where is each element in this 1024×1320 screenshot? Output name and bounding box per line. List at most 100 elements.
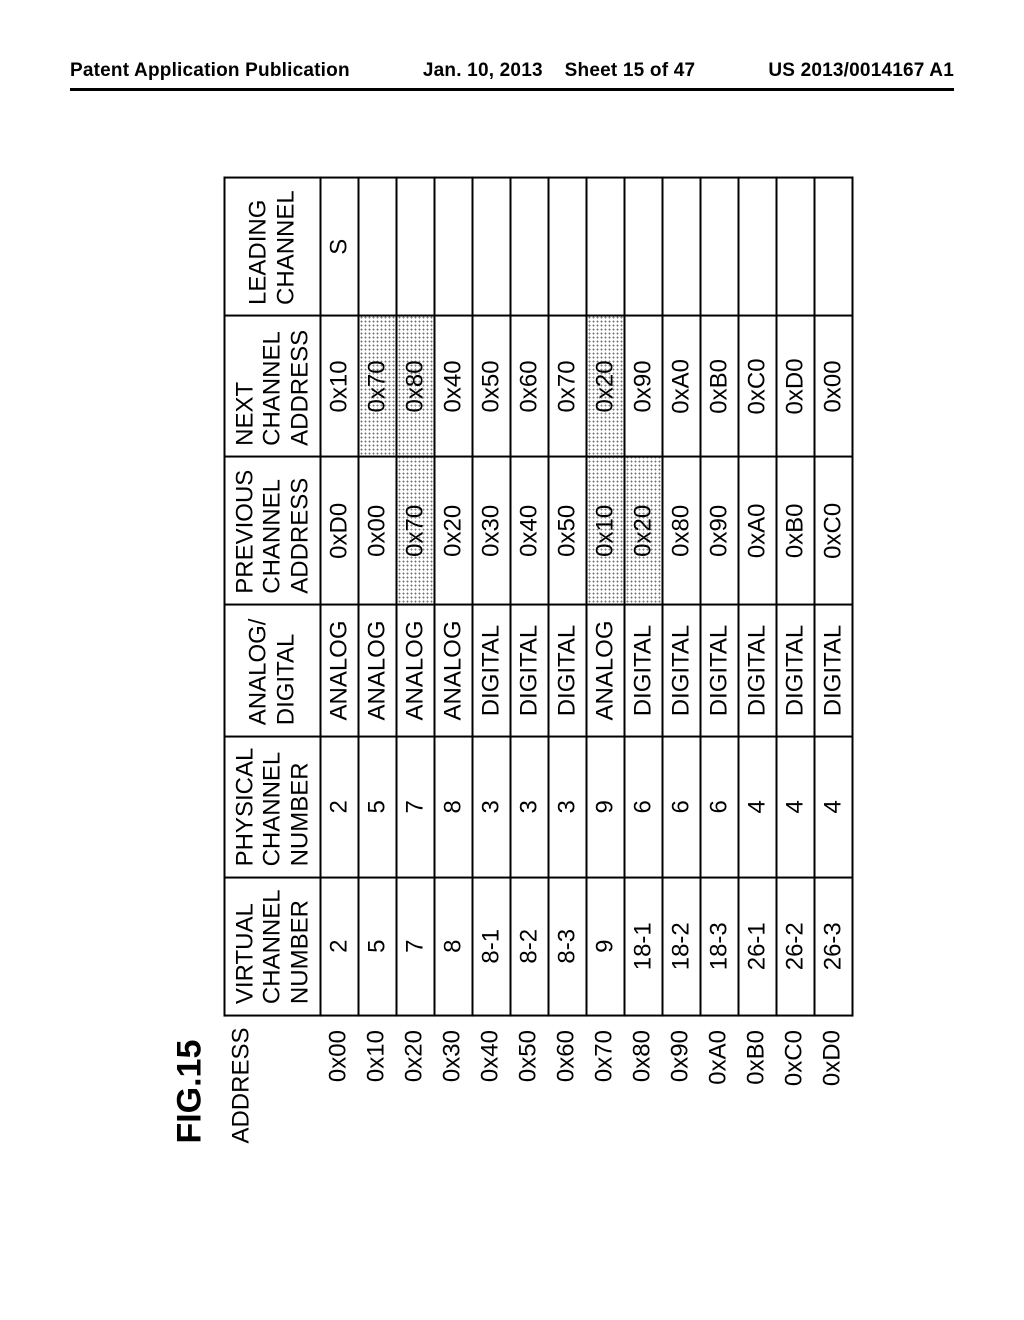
address-cell: 0x00 bbox=[320, 1016, 358, 1143]
cell-next-addr: 0x10 bbox=[321, 316, 359, 457]
cell-physical: 4 bbox=[739, 736, 777, 877]
table-row: 22ANALOG0xD00x10S bbox=[321, 177, 359, 1015]
cell-leading bbox=[739, 177, 777, 316]
cell-virtual: 7 bbox=[397, 877, 435, 1015]
figure-container: FIG.15 ADDRESS 0x000x100x200x300x400x500… bbox=[171, 176, 854, 1143]
cell-analog-digital: ANALOG bbox=[587, 605, 625, 737]
address-cell: 0x90 bbox=[662, 1016, 700, 1143]
cell-next-addr: 0x20 bbox=[587, 316, 625, 457]
cell-prev-addr: 0x10 bbox=[587, 457, 625, 605]
cell-prev-addr: 0xD0 bbox=[321, 457, 359, 605]
cell-analog-digital: DIGITAL bbox=[815, 605, 853, 737]
cell-analog-digital: ANALOG bbox=[397, 605, 435, 737]
cell-physical: 3 bbox=[473, 736, 511, 877]
cell-next-addr: 0x70 bbox=[359, 316, 397, 457]
cell-prev-addr: 0x70 bbox=[397, 457, 435, 605]
cell-analog-digital: DIGITAL bbox=[739, 605, 777, 737]
col-leading: LEADING CHANNEL bbox=[225, 177, 321, 316]
cell-prev-addr: 0x50 bbox=[549, 457, 587, 605]
figure-label: FIG.15 bbox=[171, 176, 210, 1143]
cell-physical: 6 bbox=[663, 736, 701, 877]
cell-physical: 4 bbox=[777, 736, 815, 877]
col-physical: PHYSICAL CHANNEL NUMBER bbox=[225, 736, 321, 877]
address-cell: 0xC0 bbox=[776, 1016, 814, 1143]
cell-virtual: 8-1 bbox=[473, 877, 511, 1015]
address-cell: 0x20 bbox=[396, 1016, 434, 1143]
table-row: 77ANALOG0x700x80 bbox=[397, 177, 435, 1015]
table-row: 18-36DIGITAL0x900xB0 bbox=[701, 177, 739, 1015]
address-cell: 0x30 bbox=[434, 1016, 472, 1143]
cell-leading bbox=[701, 177, 739, 316]
cell-prev-addr: 0x80 bbox=[663, 457, 701, 605]
cell-physical: 6 bbox=[701, 736, 739, 877]
address-column: ADDRESS 0x000x100x200x300x400x500x600x70… bbox=[224, 1016, 854, 1143]
cell-analog-digital: ANALOG bbox=[435, 605, 473, 737]
cell-next-addr: 0x60 bbox=[511, 316, 549, 457]
address-cell: 0xA0 bbox=[700, 1016, 738, 1143]
cell-prev-addr: 0x40 bbox=[511, 457, 549, 605]
cell-virtual: 8-2 bbox=[511, 877, 549, 1015]
cell-physical: 7 bbox=[397, 736, 435, 877]
cell-next-addr: 0xC0 bbox=[739, 316, 777, 457]
header-date: Jan. 10, 2013 bbox=[423, 60, 543, 81]
cell-virtual: 26-3 bbox=[815, 877, 853, 1015]
table-row: 8-33DIGITAL0x500x70 bbox=[549, 177, 587, 1015]
cell-virtual: 2 bbox=[321, 877, 359, 1015]
cell-leading bbox=[549, 177, 587, 316]
header-left: Patent Application Publication bbox=[70, 60, 350, 82]
cell-physical: 6 bbox=[625, 736, 663, 877]
cell-analog-digital: ANALOG bbox=[321, 605, 359, 737]
cell-next-addr: 0xB0 bbox=[701, 316, 739, 457]
header-rule bbox=[70, 88, 954, 91]
cell-leading bbox=[511, 177, 549, 316]
cell-leading bbox=[473, 177, 511, 316]
address-cell: 0x50 bbox=[510, 1016, 548, 1143]
table-row: 18-26DIGITAL0x800xA0 bbox=[663, 177, 701, 1015]
table-row: 88ANALOG0x200x40 bbox=[435, 177, 473, 1015]
col-prev-addr: PREVIOUS CHANNEL ADDRESS bbox=[225, 457, 321, 605]
cell-analog-digital: DIGITAL bbox=[511, 605, 549, 737]
cell-physical: 9 bbox=[587, 736, 625, 877]
cell-next-addr: 0xD0 bbox=[777, 316, 815, 457]
table-row: 55ANALOG0x000x70 bbox=[359, 177, 397, 1015]
table-row: 99ANALOG0x100x20 bbox=[587, 177, 625, 1015]
cell-analog-digital: DIGITAL bbox=[625, 605, 663, 737]
cell-physical: 3 bbox=[511, 736, 549, 877]
address-cell: 0x40 bbox=[472, 1016, 510, 1143]
cell-analog-digital: DIGITAL bbox=[473, 605, 511, 737]
cell-next-addr: 0x80 bbox=[397, 316, 435, 457]
table-row: 18-16DIGITAL0x200x90 bbox=[625, 177, 663, 1015]
table-row: 26-24DIGITAL0xB00xD0 bbox=[777, 177, 815, 1015]
cell-prev-addr: 0x20 bbox=[625, 457, 663, 605]
cell-leading bbox=[777, 177, 815, 316]
header-pubnum: US 2013/0014167 A1 bbox=[768, 60, 954, 82]
table-row: 8-23DIGITAL0x400x60 bbox=[511, 177, 549, 1015]
cell-prev-addr: 0xB0 bbox=[777, 457, 815, 605]
cell-next-addr: 0x90 bbox=[625, 316, 663, 457]
cell-next-addr: 0x00 bbox=[815, 316, 853, 457]
col-analog-digital: ANALOG/ DIGITAL bbox=[225, 605, 321, 737]
col-virtual: VIRTUAL CHANNEL NUMBER bbox=[225, 877, 321, 1015]
cell-virtual: 26-1 bbox=[739, 877, 777, 1015]
cell-next-addr: 0x40 bbox=[435, 316, 473, 457]
cell-physical: 4 bbox=[815, 736, 853, 877]
address-cell: 0x60 bbox=[548, 1016, 586, 1143]
cell-analog-digital: DIGITAL bbox=[549, 605, 587, 737]
address-cell: 0x80 bbox=[624, 1016, 662, 1143]
cell-analog-digital: DIGITAL bbox=[663, 605, 701, 737]
table-row: 26-14DIGITAL0xA00xC0 bbox=[739, 177, 777, 1015]
cell-analog-digital: DIGITAL bbox=[701, 605, 739, 737]
table-row: 8-13DIGITAL0x300x50 bbox=[473, 177, 511, 1015]
table-header-row: VIRTUAL CHANNEL NUMBER PHYSICAL CHANNEL … bbox=[225, 177, 321, 1015]
cell-virtual: 5 bbox=[359, 877, 397, 1015]
cell-analog-digital: DIGITAL bbox=[777, 605, 815, 737]
cell-virtual: 26-2 bbox=[777, 877, 815, 1015]
channel-table: VIRTUAL CHANNEL NUMBER PHYSICAL CHANNEL … bbox=[224, 176, 854, 1016]
address-cell: 0xD0 bbox=[814, 1016, 852, 1143]
cell-virtual: 8-3 bbox=[549, 877, 587, 1015]
cell-virtual: 18-1 bbox=[625, 877, 663, 1015]
cell-analog-digital: ANALOG bbox=[359, 605, 397, 737]
cell-leading: S bbox=[321, 177, 359, 316]
cell-leading bbox=[663, 177, 701, 316]
header-sheet: Sheet 15 of 47 bbox=[565, 60, 696, 81]
